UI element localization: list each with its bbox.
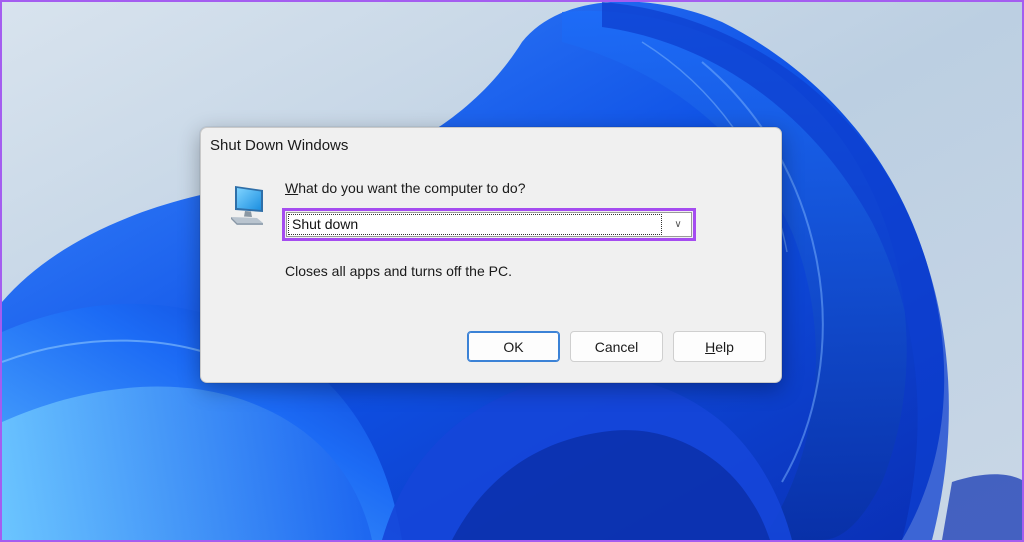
action-dropdown[interactable]: Shut down ∨	[286, 212, 692, 237]
action-description: Closes all apps and turns off the PC.	[285, 263, 512, 279]
help-accesskey: H	[705, 339, 716, 355]
ok-button[interactable]: OK	[467, 331, 560, 362]
question-text: hat do you want the computer to do?	[298, 180, 526, 196]
help-label-rest: elp	[715, 339, 734, 355]
cancel-button[interactable]: Cancel	[570, 331, 663, 362]
dialog-titlebar[interactable]: Shut Down Windows	[201, 128, 781, 164]
dropdown-selected-value: Shut down	[288, 214, 662, 235]
computer-monitor-icon	[231, 186, 263, 225]
question-accesskey: W	[285, 180, 299, 196]
help-button[interactable]: Help	[673, 331, 766, 362]
dialog-title: Shut Down Windows	[210, 137, 349, 154]
chevron-down-icon[interactable]: ∨	[671, 216, 685, 234]
question-label: What do you want the computer to do?	[285, 180, 525, 196]
screen-frame: Shut Down Windows What do you want the c…	[0, 0, 1024, 542]
shutdown-dialog: Shut Down Windows What do you want the c…	[200, 127, 782, 383]
